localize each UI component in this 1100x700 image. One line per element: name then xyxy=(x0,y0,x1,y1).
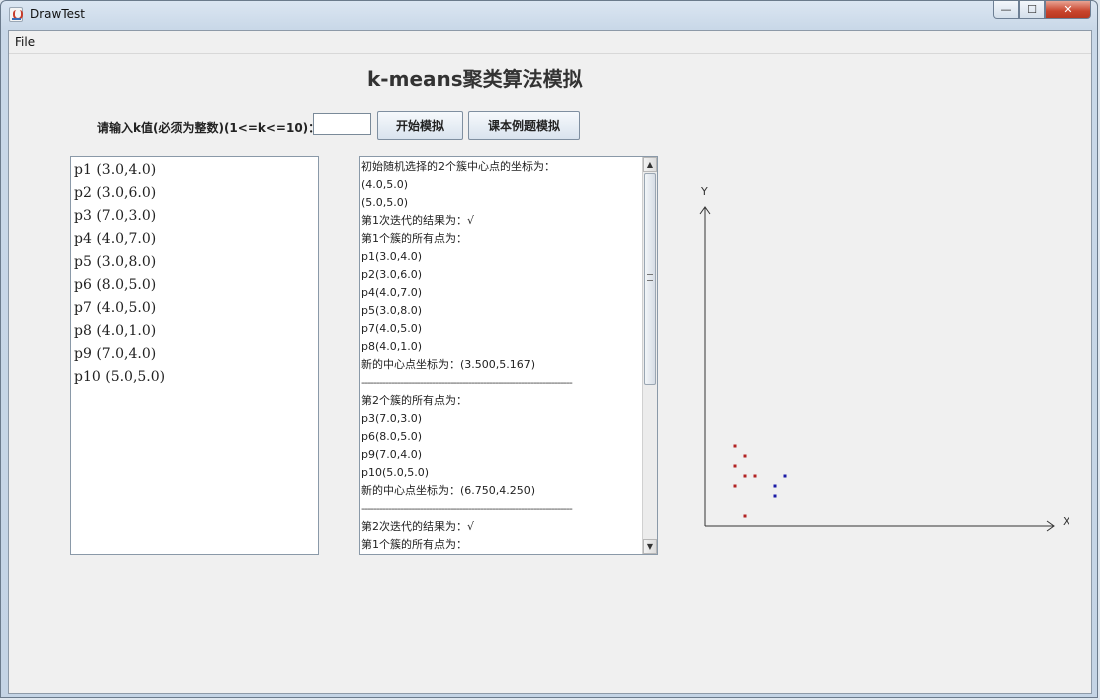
app-window: DrawTest — ☐ ✕ File k-means聚类算法模拟 请输入k值(… xyxy=(0,0,1098,698)
output-line: (4.0,5.0) xyxy=(361,178,409,191)
output-line: p4(4.0,7.0) xyxy=(361,286,423,299)
plot-point-p2 xyxy=(733,464,737,468)
plot-point-p10 xyxy=(753,474,757,478)
list-item[interactable]: p8 (4.0,1.0) xyxy=(74,320,315,343)
list-item[interactable]: p6 (8.0,5.0) xyxy=(74,274,315,297)
output-line: p9(7.0,4.0) xyxy=(361,448,423,461)
textbook-example-button[interactable]: 课本例题模拟 xyxy=(468,111,580,140)
output-line: (5.0,5.0) xyxy=(361,196,409,209)
separator-line: ----------------------------------------… xyxy=(361,502,573,515)
output-line: p8(4.0,1.0) xyxy=(361,340,423,353)
list-item[interactable]: p3 (7.0,3.0) xyxy=(74,205,315,228)
output-line: p10(5.0,5.0) xyxy=(361,466,430,479)
output-line: p7(4.0,5.0) xyxy=(361,322,423,335)
java-app-icon[interactable] xyxy=(9,7,23,22)
plot-point-p9 xyxy=(773,484,777,488)
y-axis-label: Y xyxy=(700,185,708,198)
page-title: k-means聚类算法模拟 xyxy=(367,67,583,91)
output-line: p1(3.0,4.0) xyxy=(361,250,423,263)
output-log: 初始随机选择的2个簇中心点的坐标为： (4.0,5.0) (5.0,5.0) 第1次迭… xyxy=(361,158,641,554)
output-line: p3(7.0,3.0) xyxy=(361,412,423,425)
list-item[interactable]: p5 (3.0,8.0) xyxy=(74,251,315,274)
plot-point-p7 xyxy=(743,474,747,478)
scroll-thumb[interactable] xyxy=(644,173,656,385)
x-axis-label: X xyxy=(1063,515,1069,528)
list-item[interactable]: p9 (7.0,4.0) xyxy=(74,343,315,366)
separator-line: ----------------------------------------… xyxy=(361,376,573,389)
plot-points xyxy=(733,444,787,518)
list-item[interactable]: p2 (3.0,6.0) xyxy=(74,182,315,205)
list-item[interactable]: p10 (5.0,5.0) xyxy=(74,366,315,389)
output-scrollbar[interactable]: ▲ ▼ xyxy=(642,157,657,554)
start-simulation-button[interactable]: 开始模拟 xyxy=(377,111,463,140)
title-bar[interactable]: DrawTest — ☐ ✕ xyxy=(1,1,1097,29)
k-value-input[interactable] xyxy=(313,113,371,135)
output-line: p2(3.0,6.0) xyxy=(361,268,423,281)
minimize-button[interactable]: — xyxy=(993,1,1019,19)
scroll-down-arrow-icon[interactable]: ▼ xyxy=(643,539,657,554)
output-line: 第2个簇的所有点为： xyxy=(361,394,467,407)
k-value-label: 请输入k值(必须为整数)(1<=k<=10)： xyxy=(97,121,321,135)
list-item[interactable]: p4 (4.0,7.0) xyxy=(74,228,315,251)
grip-icon xyxy=(647,274,653,281)
output-line: 新的中心点坐标为：(6.750,4.250) xyxy=(361,484,536,497)
plot-point-p6 xyxy=(783,474,787,478)
plot-point-p8 xyxy=(743,514,747,518)
maximize-button[interactable]: ☐ xyxy=(1019,1,1045,19)
list-item[interactable]: p7 (4.0,5.0) xyxy=(74,297,315,320)
plot-point-p1 xyxy=(733,484,737,488)
cluster-plot: Y X xyxy=(699,185,1069,532)
close-button[interactable]: ✕ xyxy=(1045,1,1091,19)
output-line: 第1个簇的所有点为： xyxy=(361,232,467,245)
output-line: 第1个簇的所有点为： xyxy=(361,538,467,551)
output-line: 第2次迭代的结果为：√ xyxy=(361,520,475,533)
output-line: p6(8.0,5.0) xyxy=(361,430,423,443)
window-controls: — ☐ ✕ xyxy=(993,1,1091,21)
output-line: 第1次迭代的结果为：√ xyxy=(361,214,475,227)
scroll-up-arrow-icon[interactable]: ▲ xyxy=(643,157,657,172)
output-text-area[interactable]: 初始随机选择的2个簇中心点的坐标为： (4.0,5.0) (5.0,5.0) 第1次迭… xyxy=(359,156,658,555)
points-list[interactable]: p1 (3.0,4.0) p2 (3.0,6.0) p3 (7.0,3.0) p4 (… xyxy=(70,156,319,555)
plot-axes: Y X xyxy=(699,185,1069,532)
plot-point-p4 xyxy=(743,454,747,458)
list-item[interactable]: p1 (3.0,4.0) xyxy=(74,159,315,182)
menu-file[interactable]: File xyxy=(15,35,35,49)
output-line: 初始随机选择的2个簇中心点的坐标为： xyxy=(361,160,555,173)
menu-bar: File xyxy=(9,31,1091,54)
plot-point-p3 xyxy=(773,494,777,498)
output-line: p5(3.0,8.0) xyxy=(361,304,423,317)
window-title: DrawTest xyxy=(30,7,85,21)
output-line: 新的中心点坐标为：(3.500,5.167) xyxy=(361,358,536,371)
plot-point-p5 xyxy=(733,444,737,448)
client-area: File k-means聚类算法模拟 请输入k值(必须为整数)(1<=k<=10… xyxy=(8,30,1092,694)
